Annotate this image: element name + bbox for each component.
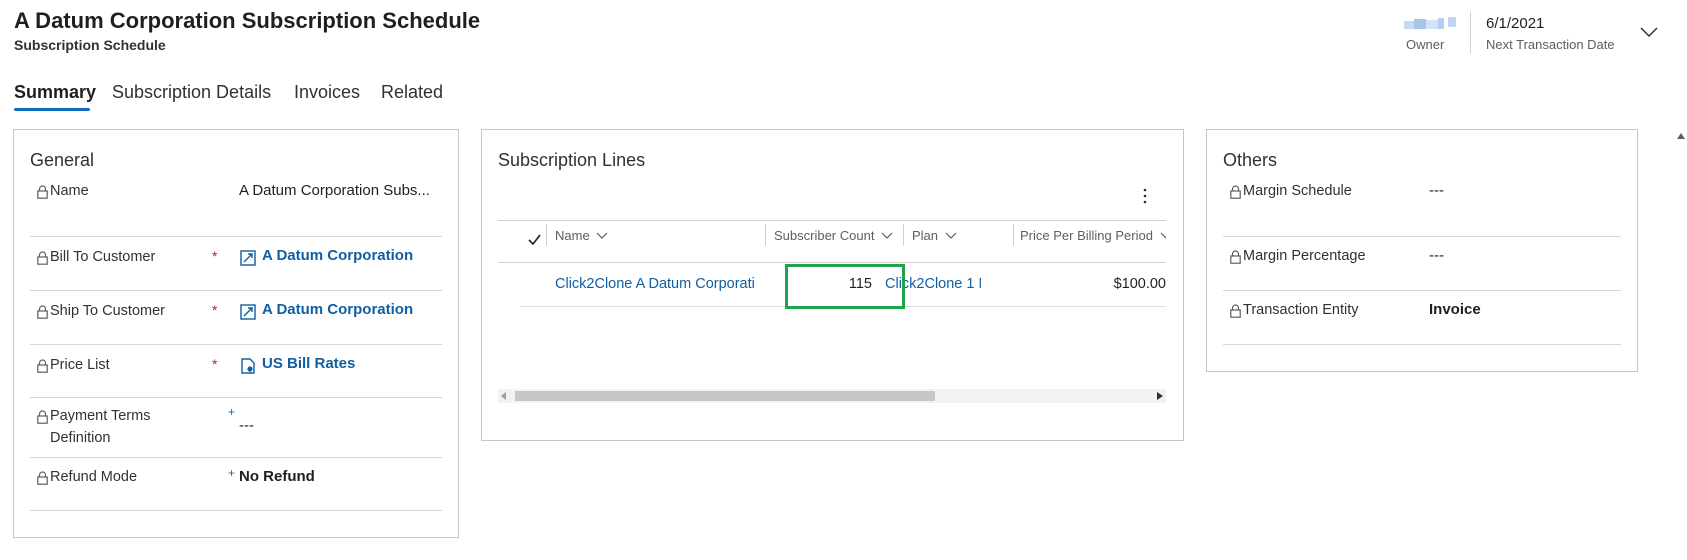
chevron-down-icon: [596, 232, 608, 239]
lock-icon: [1230, 250, 1241, 264]
lock-icon: [37, 185, 48, 199]
scrollbar-thumb[interactable]: [515, 391, 935, 401]
field-label-refund-mode: Refund Mode: [50, 469, 138, 485]
lock-icon: [1230, 304, 1241, 318]
field-label-name: Name: [50, 183, 89, 199]
margin-percentage-value[interactable]: ---: [1429, 247, 1444, 264]
horizontal-scrollbar[interactable]: [498, 389, 1166, 403]
field-row-price-list: Price List * US Bill Rates: [30, 344, 442, 398]
column-header-name-label: Name: [555, 228, 590, 243]
others-section-title: Others: [1223, 150, 1278, 170]
field-row-name: Name A Datum Corporation Subs...: [30, 180, 442, 237]
chevron-down-icon: [881, 232, 893, 239]
tab-summary[interactable]: Summary: [14, 82, 96, 103]
chevron-down-icon[interactable]: [1638, 24, 1660, 40]
lock-icon: [37, 410, 48, 424]
lock-icon: [1230, 185, 1241, 199]
price-list-link[interactable]: US Bill Rates: [262, 355, 355, 372]
column-header-price-label: Price Per Billing Period: [1020, 228, 1153, 243]
tab-subscription-details[interactable]: Subscription Details: [112, 82, 271, 103]
field-row-bill-to-customer: Bill To Customer * A Datum Corporation: [30, 236, 442, 291]
field-label-price-list: Price List: [50, 357, 110, 373]
owner-avatar[interactable]: [1404, 17, 1459, 31]
field-row-transaction-entity: Transaction Entity Invoice: [1223, 290, 1621, 345]
price-list-entity-icon: [241, 358, 255, 374]
page-title: A Datum Corporation Subscription Schedul…: [14, 8, 481, 33]
transaction-entity-value[interactable]: Invoice: [1429, 301, 1481, 318]
recommended-marker: +: [228, 466, 236, 480]
chevron-down-icon: [1160, 232, 1166, 239]
field-label-payment-terms-line2: Definition: [50, 430, 111, 446]
column-header-price-per-billing-period[interactable]: Price Per Billing Period: [1020, 228, 1166, 243]
field-label-margin-percentage: Margin Percentage: [1243, 248, 1366, 264]
required-marker: *: [212, 302, 218, 318]
entity-type-label: Subscription Schedule: [14, 37, 166, 53]
column-header-plan[interactable]: Plan: [912, 228, 957, 243]
field-row-margin-percentage: Margin Percentage ---: [1223, 236, 1621, 291]
subscription-line-name-link[interactable]: Click2Clone A Datum Corporati: [555, 276, 767, 292]
active-tab-indicator: [14, 108, 90, 111]
general-section: General Name A Datum Corporation Subs...…: [13, 129, 459, 538]
field-label-payment-terms: Payment Terms: [50, 408, 151, 424]
account-entity-icon: [240, 304, 256, 320]
column-separator: [546, 224, 547, 246]
tab-invoices[interactable]: Invoices: [294, 82, 360, 103]
subscription-lines-title: Subscription Lines: [498, 150, 646, 170]
select-all-checkmark-icon[interactable]: [528, 234, 541, 245]
margin-schedule-value[interactable]: ---: [1429, 182, 1444, 199]
column-separator: [903, 224, 904, 246]
field-label-bill-to-customer: Bill To Customer: [50, 249, 156, 265]
scroll-up-icon[interactable]: [1677, 133, 1685, 139]
field-label-transaction-entity: Transaction Entity: [1243, 302, 1359, 318]
others-section: Others Margin Schedule --- Margin Percen…: [1206, 129, 1638, 372]
header-divider: [1470, 12, 1471, 54]
next-transaction-date-label: Next Transaction Date: [1486, 37, 1615, 52]
column-header-plan-label: Plan: [912, 228, 939, 243]
lock-icon: [37, 251, 48, 265]
owner-label: Owner: [1406, 37, 1445, 52]
field-row-payment-terms-definition: Payment Terms Definition + ---: [30, 397, 442, 458]
column-separator: [765, 224, 766, 246]
page-scrollbar[interactable]: [1675, 129, 1687, 560]
payment-terms-value[interactable]: ---: [239, 417, 254, 434]
grid-top-border: [498, 220, 1166, 221]
lock-icon: [37, 359, 48, 373]
more-vertical-icon[interactable]: [1141, 187, 1149, 205]
highlight-box: [785, 264, 905, 309]
required-marker: *: [212, 248, 218, 264]
bill-to-customer-link[interactable]: A Datum Corporation: [262, 247, 413, 264]
subscription-lines-section: Subscription Lines Name Subscriber Count…: [481, 129, 1184, 441]
field-label-ship-to-customer: Ship To Customer: [50, 303, 165, 319]
account-entity-icon: [240, 250, 256, 266]
general-section-title: General: [30, 150, 95, 170]
tab-related[interactable]: Related: [381, 82, 443, 103]
lock-icon: [37, 471, 48, 485]
lock-icon: [37, 305, 48, 319]
chevron-down-icon: [945, 232, 957, 239]
refund-mode-value[interactable]: No Refund: [239, 468, 315, 485]
ship-to-customer-link[interactable]: A Datum Corporation: [262, 301, 413, 318]
field-label-margin-schedule: Margin Schedule: [1243, 183, 1352, 199]
field-row-ship-to-customer: Ship To Customer * A Datum Corporation: [30, 290, 442, 345]
next-transaction-date-value: 6/1/2021: [1486, 15, 1545, 32]
field-row-refund-mode: Refund Mode + No Refund: [30, 457, 442, 511]
column-separator: [1013, 224, 1014, 246]
required-marker: *: [212, 356, 218, 372]
field-row-margin-schedule: Margin Schedule ---: [1223, 180, 1621, 237]
recommended-marker: +: [228, 405, 236, 419]
column-header-subscriber-count-label: Subscriber Count: [774, 228, 875, 243]
column-header-name[interactable]: Name: [555, 228, 608, 243]
field-value-name[interactable]: A Datum Corporation Subs...: [239, 182, 430, 199]
scroll-left-icon[interactable]: [501, 392, 507, 400]
price-cell[interactable]: $100.00: [1000, 276, 1166, 292]
scroll-right-icon[interactable]: [1157, 392, 1163, 400]
column-header-subscriber-count[interactable]: Subscriber Count: [774, 228, 893, 243]
